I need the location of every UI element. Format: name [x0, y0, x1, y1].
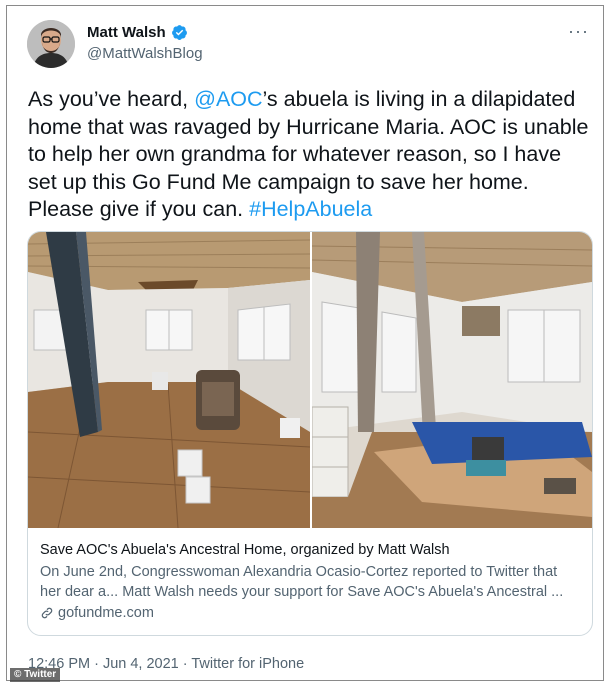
card-photo-left[interactable]: [28, 232, 312, 528]
hashtag-link[interactable]: #HelpAbuela: [249, 197, 372, 221]
verified-badge-icon: [171, 25, 187, 40]
card-description: On June 2nd, Congresswoman Alexandria Oc…: [40, 564, 564, 600]
author-display-name[interactable]: Matt Walsh: [87, 24, 166, 41]
card-domain-row[interactable]: gofundme.com: [40, 605, 580, 621]
card-photos[interactable]: [28, 232, 592, 528]
author-handle[interactable]: @MattWalshBlog: [87, 45, 203, 62]
link-icon: [41, 607, 53, 619]
tweet-card: Matt Walsh @MattWalshBlog ··· As you’ve …: [6, 5, 604, 681]
more-options-button[interactable]: ···: [568, 21, 589, 42]
tweet-timestamp[interactable]: 12:46 PM · Jun 4, 2021 · Twitter for iPh…: [28, 656, 304, 672]
author-name-row[interactable]: Matt Walsh: [87, 24, 188, 41]
tweet-text-part-1: As you’ve heard,: [28, 87, 195, 111]
author-avatar[interactable]: [27, 20, 75, 68]
tweet-text: As you’ve heard, @AOC’s abuela is living…: [28, 86, 593, 224]
card-photo-right[interactable]: [312, 232, 592, 528]
mention-link[interactable]: @AOC: [194, 87, 262, 111]
card-title[interactable]: Save AOC's Abuela's Ancestral Home, orga…: [40, 542, 580, 558]
room-with-debris-and-bed-frame-icon: [312, 232, 592, 528]
profile-photo-icon: [27, 20, 75, 68]
room-with-pillar-and-buckets-icon: [28, 232, 310, 528]
watermark-label: © Twitter: [10, 668, 61, 682]
link-preview-card[interactable]: Save AOC's Abuela's Ancestral Home, orga…: [27, 231, 593, 636]
card-info[interactable]: Save AOC's Abuela's Ancestral Home, orga…: [40, 542, 580, 621]
card-domain[interactable]: gofundme.com: [58, 605, 154, 621]
